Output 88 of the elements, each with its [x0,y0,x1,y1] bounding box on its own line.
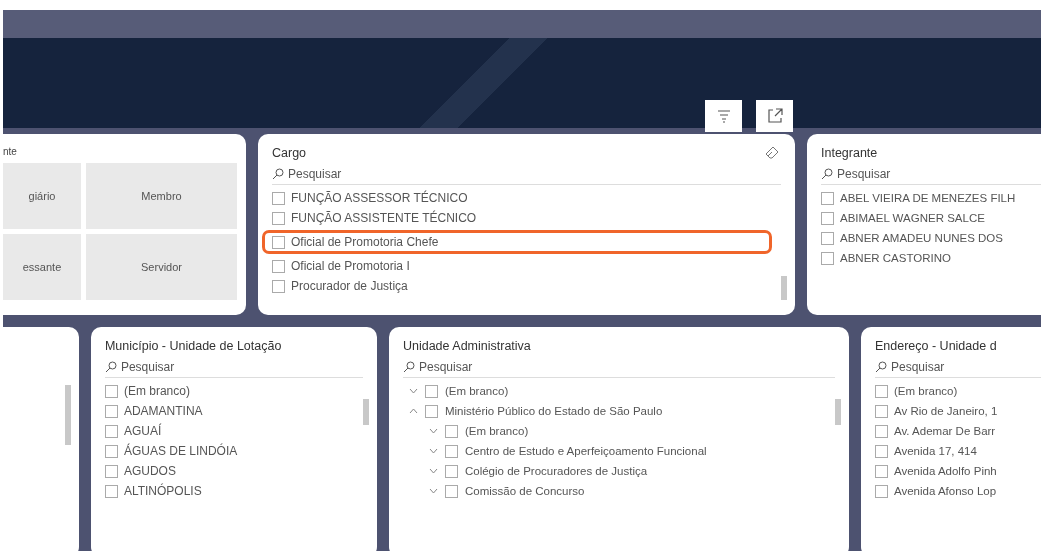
list-item[interactable]: (Em branco) [123,384,190,398]
list-item[interactable]: Av Rio de Janeiro, 1 [894,405,998,417]
tree-item[interactable]: Colégio de Procuradores de Justiça [464,465,648,477]
checkbox[interactable] [821,211,834,225]
checkbox[interactable] [104,404,118,418]
checkbox[interactable] [875,404,888,418]
list-item[interactable]: ADAMANTINA [123,404,203,418]
filter-button[interactable] [705,100,742,132]
slicer-title: Unidade Administrativa [402,339,531,353]
tree-item[interactable]: Ministério Público do Estado de São Paulo [444,405,663,417]
list-item[interactable]: AGUDOS [123,464,176,478]
list-item[interactable]: ALTINÓPOLIS [123,484,202,498]
scrollbar-thumb[interactable] [835,399,841,425]
list-item[interactable]: ABNER CASTORINO [840,252,951,264]
checkbox[interactable] [875,464,888,478]
slicer-title: Município - Unidade de Lotação [104,339,282,353]
tile-button[interactable]: giário [3,163,81,229]
search-icon [875,361,887,373]
checkbox[interactable] [272,191,285,205]
checkbox[interactable] [272,279,285,293]
checkbox[interactable] [875,484,888,498]
search-field[interactable]: Pesquisar [288,167,438,181]
list-item[interactable]: Avenida Afonso Lop [894,485,997,497]
search-field[interactable]: Pesquisar [418,360,569,374]
checkbox[interactable] [444,424,458,438]
checkbox[interactable] [104,424,118,438]
checkbox[interactable] [272,259,285,273]
scrollbar-thumb[interactable] [781,276,787,300]
list-item[interactable]: ÁGUAS DE LINDÓIA [123,444,238,458]
list-item[interactable]: ABNER AMADEU NUNES DOS [840,232,1003,244]
search-icon [821,168,833,180]
checkbox[interactable] [821,251,834,265]
checkbox[interactable] [424,384,438,398]
list-item[interactable]: Procurador de Justiça [291,279,408,293]
checkbox[interactable] [444,444,458,458]
checkbox[interactable] [444,464,458,478]
search-field[interactable]: Pesquisar [837,167,987,181]
chevron-down-icon[interactable] [428,448,438,454]
scrollbar-thumb[interactable] [362,399,369,425]
tile-button[interactable]: Servidor [86,234,237,300]
chevron-down-icon[interactable] [428,428,438,434]
list-item[interactable]: Avenida Adolfo Pinh [894,465,997,477]
checkbox[interactable] [424,404,438,418]
list-item[interactable]: ABIMAEL WAGNER SALCE [840,212,985,224]
slicer-title: Endereço - Unidade d [875,339,997,353]
tile-button[interactable]: essante [3,234,81,300]
chevron-down-icon[interactable] [408,388,418,394]
chevron-down-icon[interactable] [428,488,438,494]
list-item[interactable]: ABEL VIEIRA DE MENEZES FILH [840,192,1016,204]
checkbox[interactable] [444,484,458,498]
checkbox[interactable] [875,444,888,458]
tree-item[interactable]: Centro de Estudo e Aperfeiçoamento Funcional [464,445,707,457]
list-item[interactable]: Oficial de Promotoria Chefe [291,235,439,249]
search-field[interactable]: Pesquisar [120,360,271,374]
list-item[interactable]: Av. Ademar De Barr [894,425,996,437]
checkbox[interactable] [104,384,118,398]
eraser-icon[interactable] [765,146,779,160]
search-field[interactable]: Pesquisar [891,360,1041,374]
checkbox[interactable] [272,235,285,249]
checkbox[interactable] [875,384,888,398]
list-item[interactable]: FUNÇÃO ASSISTENTE TÉCNICO [291,211,477,225]
chevron-up-icon[interactable] [408,408,418,414]
checkbox[interactable] [821,231,834,245]
tree-item[interactable]: (Em branco) [464,425,529,437]
chevron-down-icon[interactable] [428,468,438,474]
list-item[interactable]: (Em branco) [894,385,958,397]
checkbox[interactable] [104,444,118,458]
tree-item[interactable]: (Em branco) [444,385,509,397]
slicer-title: Integrante [821,146,878,160]
list-item[interactable]: AGUAÍ [123,424,162,438]
focus-mode-button[interactable] [756,100,793,132]
slicer-title: nte [3,146,18,157]
search-icon [402,361,415,373]
checkbox[interactable] [875,424,888,438]
search-icon [104,361,117,373]
scrollbar-thumb[interactable] [64,385,71,445]
list-item[interactable]: Avenida 17, 414 [894,445,977,457]
checkbox[interactable] [821,191,834,205]
list-item[interactable]: Oficial de Promotoria I [291,259,410,273]
tree-item[interactable]: Comissão de Concurso [464,485,585,497]
tile-button[interactable]: Membro [86,163,237,229]
checkbox[interactable] [272,211,285,225]
checkbox[interactable] [104,484,118,498]
slicer-title: Cargo [272,146,307,160]
search-icon [272,168,284,180]
checkbox[interactable] [104,464,118,478]
filter-icon [715,108,732,124]
list-item[interactable]: FUNÇÃO ASSESSOR TÉCNICO [291,191,468,205]
